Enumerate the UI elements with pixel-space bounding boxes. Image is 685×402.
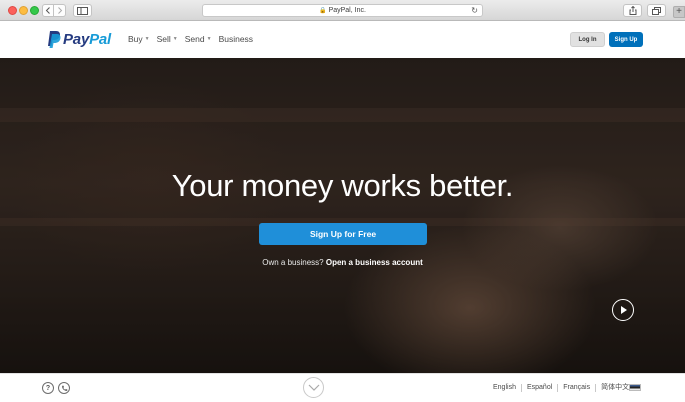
back-button[interactable] — [42, 4, 54, 17]
site-header: PayPal Buy ▼ Sell ▼ Send ▼ Business Log … — [0, 21, 685, 58]
nav-item-label: Buy — [128, 34, 143, 44]
nav-item-buy[interactable]: Buy ▼ — [128, 34, 150, 44]
address-bar[interactable]: 🔒 PayPal, Inc. ↻ — [202, 4, 483, 17]
country-flag-icon[interactable] — [629, 384, 641, 391]
footer-bar: ? English Español Français 简体中文 — [0, 373, 685, 402]
signup-button[interactable]: Sign Up — [609, 32, 643, 47]
hero-overlay — [0, 58, 685, 373]
new-tab-icon: + — [676, 6, 682, 17]
signup-free-button[interactable]: Sign Up for Free — [259, 223, 427, 245]
paypal-mark-icon — [48, 31, 61, 48]
logo-pay: Pay — [63, 31, 90, 48]
paypal-logo[interactable]: PayPal — [47, 31, 111, 48]
chevron-down-icon: ▼ — [206, 36, 212, 42]
sidebar-toggle-button[interactable] — [73, 4, 92, 17]
logo-pal: Pal — [89, 31, 112, 48]
paypal-wordmark: PayPal — [63, 31, 111, 48]
minimize-window-button[interactable] — [19, 6, 28, 15]
address-text: PayPal, Inc. — [328, 7, 366, 14]
nav-item-send[interactable]: Send ▼ — [185, 34, 212, 44]
lock-icon: 🔒 — [319, 8, 327, 14]
chevron-down-icon: ▼ — [172, 36, 178, 42]
main-nav: Buy ▼ Sell ▼ Send ▼ Business — [128, 34, 260, 44]
open-business-account-link[interactable]: Open a business account — [326, 258, 423, 267]
tabs-overview-button[interactable] — [647, 4, 666, 17]
browser-toolbar: 🔒 PayPal, Inc. ↻ + — [0, 0, 685, 21]
scroll-down-button[interactable] — [303, 377, 324, 398]
forward-icon — [57, 7, 62, 14]
help-icon[interactable]: ? — [42, 382, 54, 394]
nav-item-label: Business — [218, 34, 254, 44]
language-selector: English Español Français 简体中文 — [493, 384, 634, 392]
back-icon — [45, 7, 50, 14]
business-prompt-text: Own a business? — [262, 258, 324, 267]
zoom-window-button[interactable] — [30, 6, 39, 15]
tabs-icon — [652, 6, 661, 15]
hero-banner: Your money works better. Sign Up for Fre… — [0, 58, 685, 373]
phone-icon[interactable] — [58, 382, 70, 394]
share-button[interactable] — [623, 4, 642, 17]
new-tab-button[interactable]: + — [673, 6, 685, 18]
phone-glyph — [61, 385, 67, 391]
business-prompt: Own a business? Open a business account — [0, 258, 685, 267]
close-window-button[interactable] — [8, 6, 17, 15]
nav-item-label: Sell — [156, 34, 171, 44]
chevron-down-icon: ▼ — [144, 36, 150, 42]
play-icon — [620, 306, 627, 314]
play-video-button[interactable] — [612, 299, 634, 321]
language-francais[interactable]: Français — [558, 384, 597, 392]
login-button[interactable]: Log In — [570, 32, 605, 47]
chevron-down-icon — [308, 384, 319, 391]
nav-item-business[interactable]: Business — [219, 34, 254, 44]
sidebar-icon — [77, 6, 88, 15]
reload-icon[interactable]: ↻ — [471, 6, 478, 15]
nav-item-label: Send — [184, 34, 205, 44]
share-icon — [629, 6, 636, 15]
language-english[interactable]: English — [493, 384, 522, 392]
forward-button[interactable] — [54, 4, 66, 17]
nav-item-sell[interactable]: Sell ▼ — [157, 34, 178, 44]
language-espanol[interactable]: Español — [522, 384, 559, 392]
hero-headline: Your money works better. — [171, 168, 514, 203]
